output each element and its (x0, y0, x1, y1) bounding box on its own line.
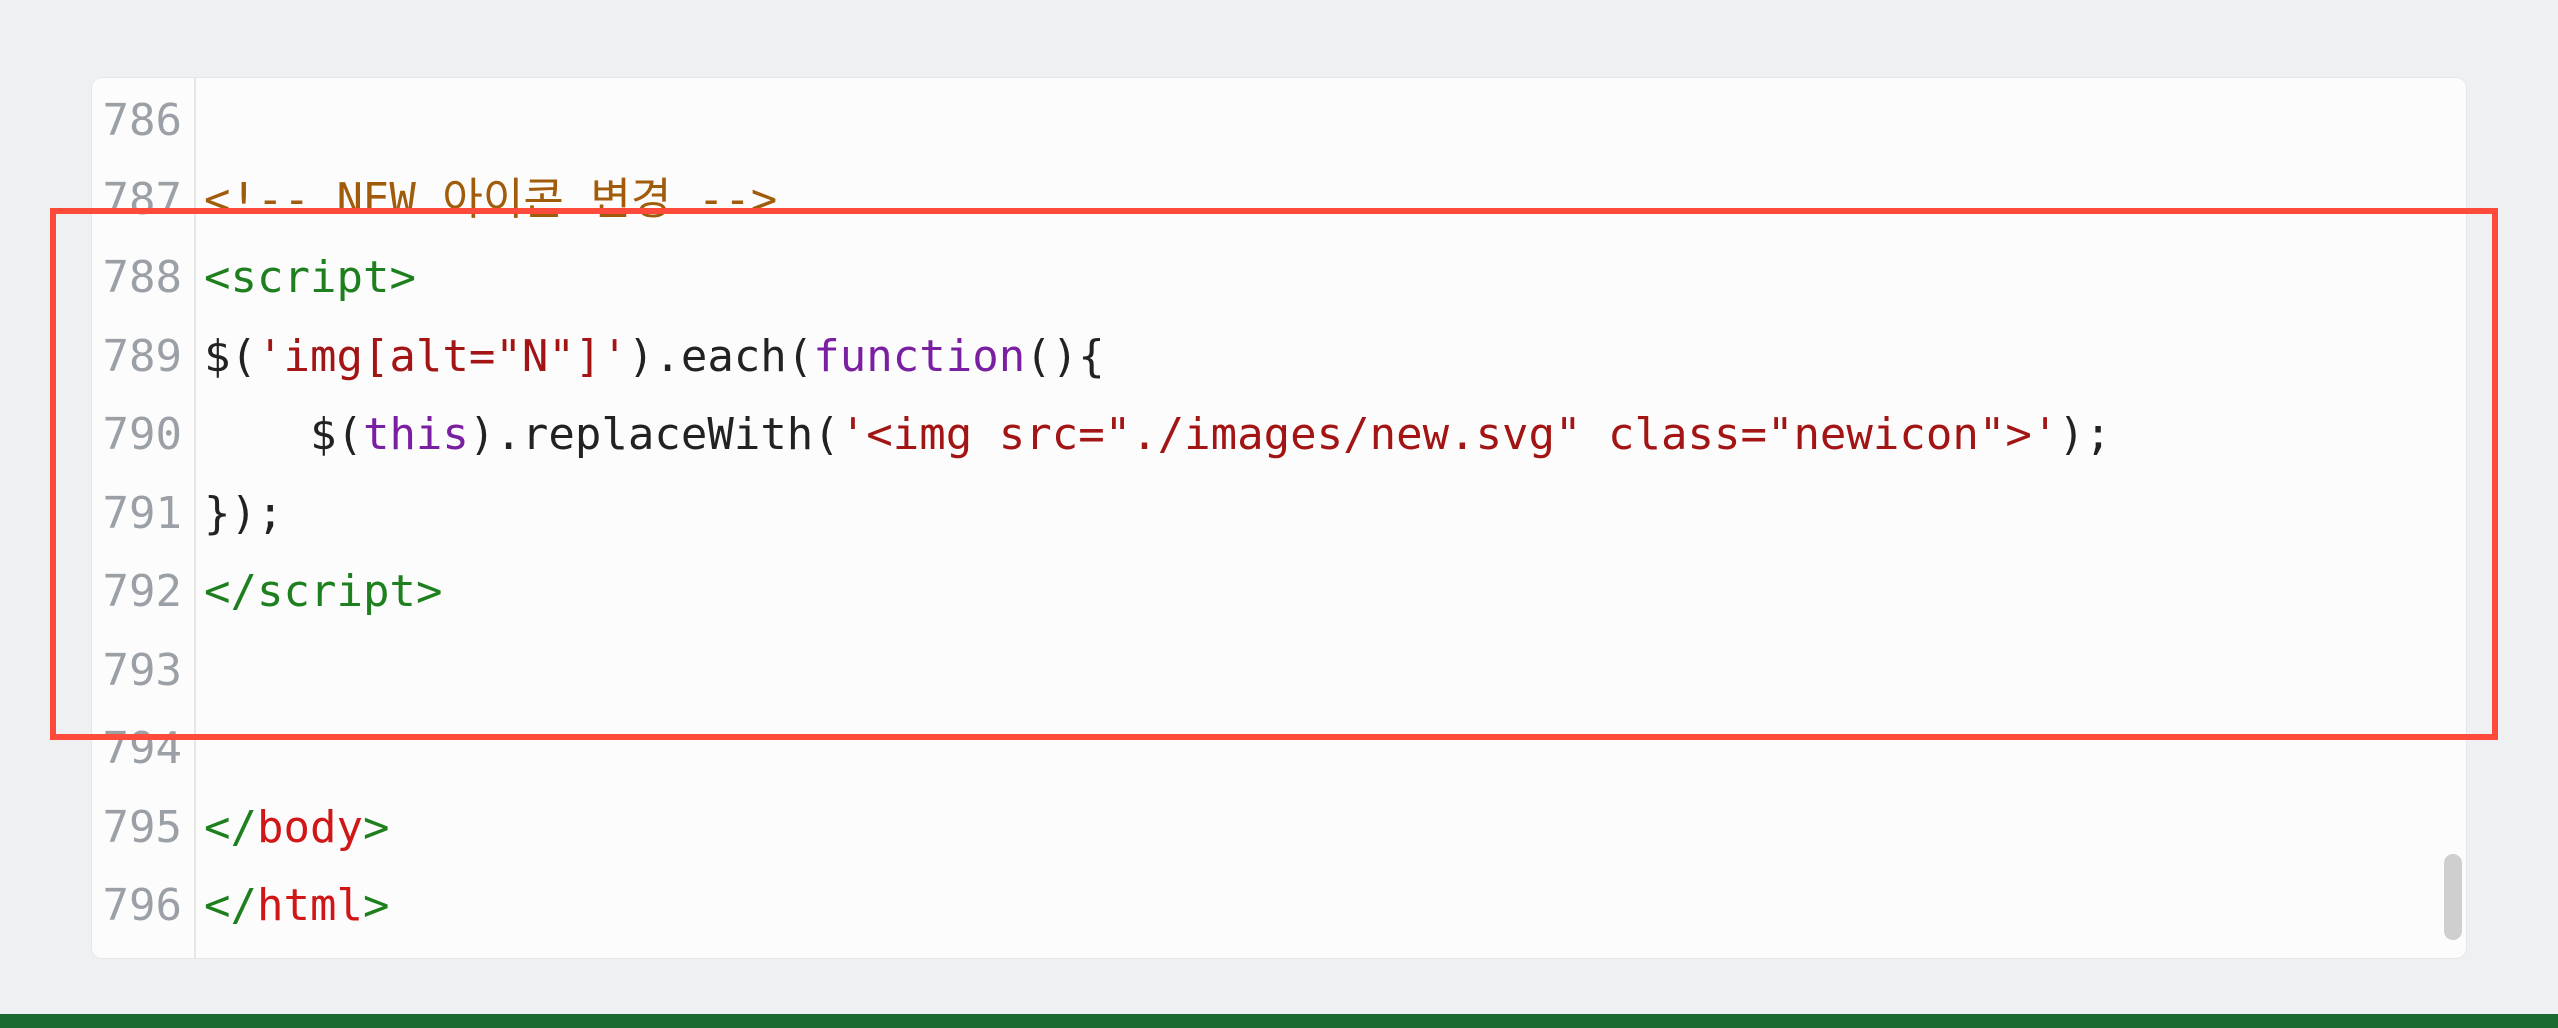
code-line-786 (204, 82, 2466, 161)
code-line-788: <script> (204, 239, 2466, 318)
comment-word-new: NEW (336, 174, 415, 225)
line-number: 795 (92, 789, 194, 868)
js-replacewith-call: ).replaceWith( (469, 409, 840, 460)
angle-open-slash: </ (204, 802, 257, 853)
js-dollar-open: $( (204, 331, 257, 382)
angle-open: < (204, 252, 231, 303)
line-number-gutter: 786 787 788 789 790 791 792 793 794 795 … (92, 78, 196, 958)
bottom-status-bar (0, 1014, 2558, 1028)
code-line-794 (204, 710, 2466, 789)
js-html-string: '<img src="./images/new.svg" class="newi… (840, 409, 2059, 460)
line-number: 786 (92, 82, 194, 161)
js-this-keyword: this (363, 409, 469, 460)
line-number: 791 (92, 475, 194, 554)
angle-close: > (389, 252, 416, 303)
tag-name-html: html (257, 880, 363, 931)
code-line-793 (204, 632, 2466, 711)
code-content-area[interactable]: <!-- NEW 아이콘 변경 --> <script> $('img[alt=… (196, 78, 2466, 958)
js-paren-brace: (){ (1025, 331, 1104, 382)
comment-close: --> (698, 174, 777, 225)
js-selector-string: 'img[alt="N"]' (257, 331, 628, 382)
code-line-792: </script> (204, 553, 2466, 632)
js-each-call: ).each( (628, 331, 813, 382)
js-function-keyword: function (813, 331, 1025, 382)
comment-text: 아이콘 변경 (416, 174, 698, 225)
angle-open-slash: </ (204, 566, 257, 617)
line-number: 787 (92, 161, 194, 240)
js-dollar-open: $( (310, 409, 363, 460)
tag-name-script: script (257, 566, 416, 617)
line-number: 796 (92, 867, 194, 946)
js-close: ); (2058, 409, 2111, 460)
js-closing: }); (204, 488, 283, 539)
line-number: 793 (92, 632, 194, 711)
tag-name-body: body (257, 802, 363, 853)
angle-close: > (363, 880, 390, 931)
comment-open: <!-- (204, 174, 336, 225)
line-number: 788 (92, 239, 194, 318)
angle-close: > (363, 802, 390, 853)
code-line-796: </html> (204, 867, 2466, 946)
tag-name-script: script (231, 252, 390, 303)
vertical-scrollbar-thumb[interactable] (2444, 854, 2462, 940)
line-number: 792 (92, 553, 194, 632)
line-number: 789 (92, 318, 194, 397)
code-line-789: $('img[alt="N"]').each(function(){ (204, 318, 2466, 397)
code-line-795: </body> (204, 789, 2466, 868)
angle-close: > (416, 566, 443, 617)
code-line-791: }); (204, 475, 2466, 554)
angle-open-slash: </ (204, 880, 257, 931)
indent (204, 409, 310, 460)
code-editor: 786 787 788 789 790 791 792 793 794 795 … (92, 78, 2466, 958)
line-number: 794 (92, 710, 194, 789)
code-line-790: $(this).replaceWith('<img src="./images/… (204, 396, 2466, 475)
code-line-787: <!-- NEW 아이콘 변경 --> (204, 161, 2466, 240)
line-number: 790 (92, 396, 194, 475)
